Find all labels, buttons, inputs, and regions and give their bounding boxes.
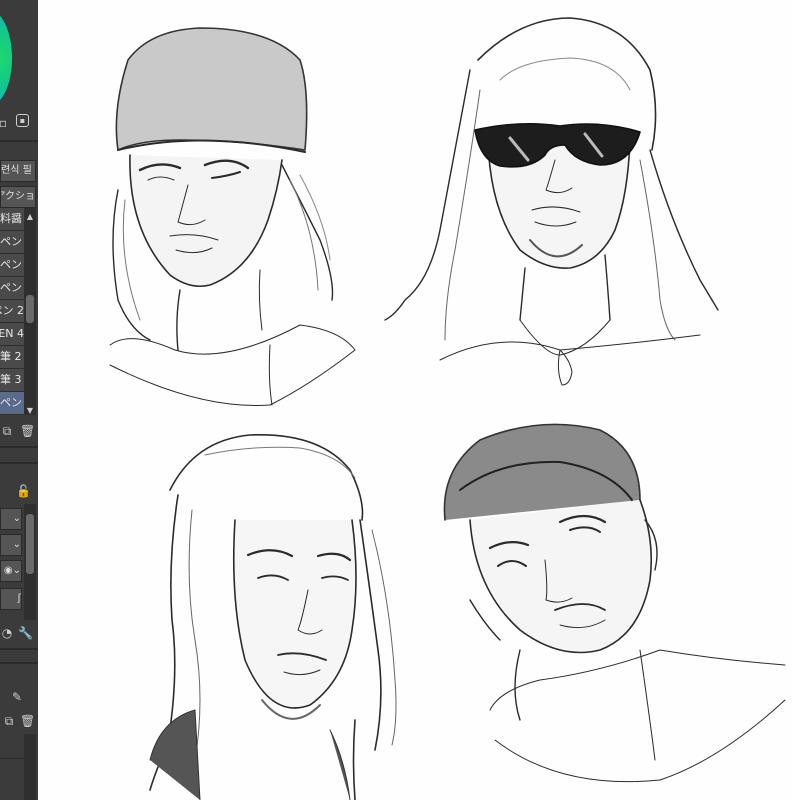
portrait-curly-man <box>443 423 786 783</box>
scroll-thumb[interactable] <box>26 295 34 323</box>
property-toggle[interactable]: ⌄ <box>0 534 22 556</box>
tool-panel: ▫ ▪ 련식 필 アクショ 料醤 ペン ペン ペン ペン 2 EN 4 筆 2 … <box>0 0 38 800</box>
brush-item[interactable]: 筆 3 <box>0 369 24 392</box>
scroll-thumb[interactable] <box>26 514 34 574</box>
tab-sub-tool[interactable]: 련식 필 <box>0 160 36 182</box>
brush-item[interactable]: ペン <box>0 254 24 277</box>
drawing-canvas[interactable] <box>38 0 792 801</box>
panel-divider <box>0 462 38 464</box>
property-dropdown[interactable]: ◉⌄ <box>0 560 22 582</box>
wrench-icon[interactable]: 🔧 <box>18 626 33 640</box>
brush-item[interactable]: 筆 2 <box>0 346 24 369</box>
duplicate-icon[interactable]: ⧉ <box>0 424 14 438</box>
brush-item[interactable]: ペン <box>0 277 24 300</box>
layer-scrollbar[interactable] <box>24 734 36 800</box>
brush-item-selected[interactable]: ペン <box>0 392 24 415</box>
trash-icon[interactable]: 🗑 <box>20 424 35 438</box>
portrait-winking-man <box>109 27 356 406</box>
brush-item[interactable]: 料醤 <box>0 208 24 231</box>
color-wheel[interactable] <box>0 10 12 106</box>
tab-action[interactable]: アクショ <box>0 186 36 208</box>
panel-divider <box>0 662 38 664</box>
panel-divider <box>0 648 38 650</box>
layer-icon[interactable]: ▫ <box>0 116 10 130</box>
portrait-sunglasses-man <box>384 17 719 386</box>
panel-divider <box>0 140 38 142</box>
portrait-dreadlocks-man <box>149 433 397 801</box>
panel-divider <box>0 446 38 448</box>
brush-item[interactable]: EN 4 <box>0 323 24 346</box>
square-target-icon[interactable]: ▪ <box>16 114 29 127</box>
lock-icon[interactable]: 🔓 <box>16 484 31 498</box>
clock-icon[interactable]: ◔ <box>0 626 14 640</box>
property-pressure[interactable]: ʃ <box>0 588 22 610</box>
duplicate-icon[interactable]: ⧉ <box>2 714 16 728</box>
chevron-up-icon[interactable]: ▲ <box>23 210 37 224</box>
trash-icon[interactable]: 🗑 <box>20 714 35 728</box>
brush-item[interactable]: ペン <box>0 231 24 254</box>
chevron-down-icon[interactable]: ▼ <box>23 404 37 418</box>
property-toggle[interactable]: ⌄ <box>0 508 22 530</box>
brush-item[interactable]: ペン 2 <box>0 300 24 323</box>
sketch-artwork <box>109 17 786 801</box>
eraser-icon[interactable]: ✎ <box>10 690 24 704</box>
panel-divider <box>0 758 24 759</box>
